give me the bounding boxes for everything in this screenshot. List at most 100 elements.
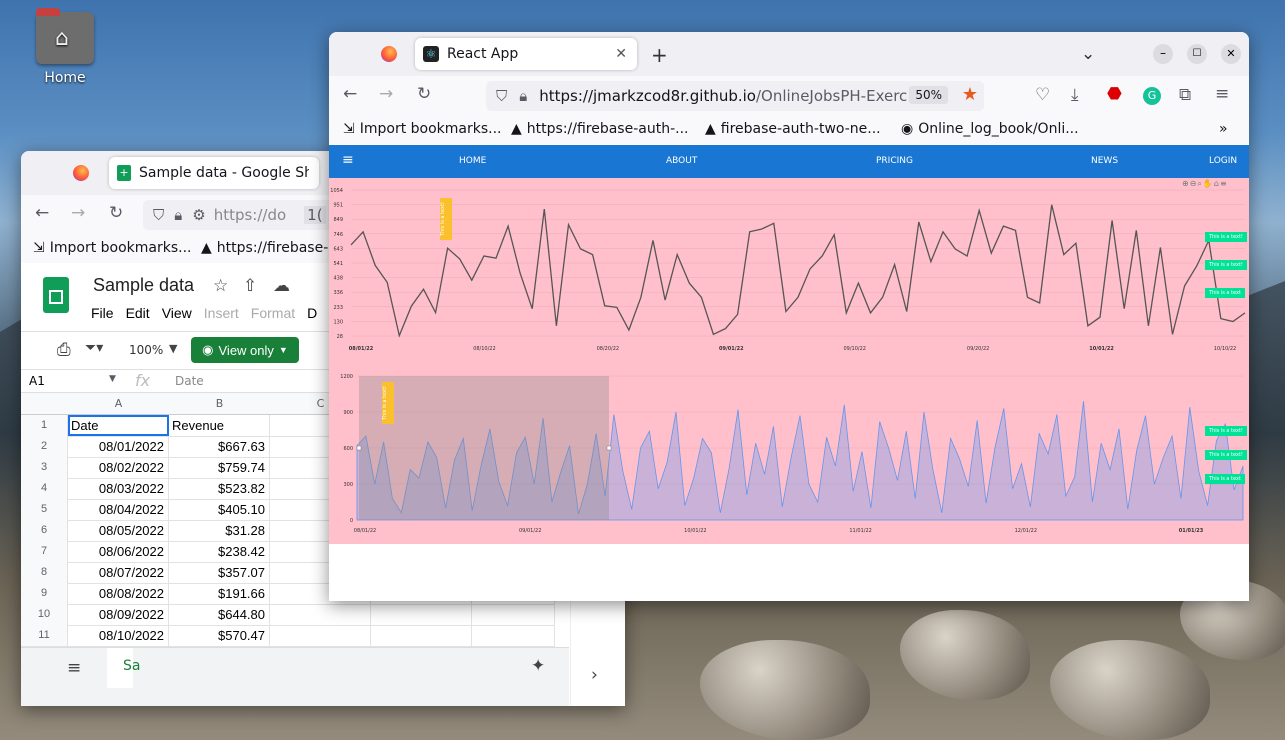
menu-icon[interactable]: ≡	[1215, 84, 1229, 104]
cell-d[interactable]	[371, 625, 472, 646]
nav-pricing[interactable]: PRICING	[876, 156, 913, 166]
cell-a[interactable]: 08/07/2022	[68, 562, 169, 583]
view-only-button[interactable]: ◉ View only ▼	[191, 337, 299, 363]
col-header-a[interactable]: A	[68, 397, 169, 410]
url-bar[interactable]: ⛉ 🔒︎ https://jmarkzcod8r.github.io /Onli…	[486, 81, 984, 111]
row-header[interactable]: 6	[21, 520, 68, 541]
row-header[interactable]: 1	[21, 415, 68, 436]
cell-a[interactable]: 08/05/2022	[68, 520, 169, 541]
new-tab-icon[interactable]: +	[651, 43, 668, 67]
row-header[interactable]: 5	[21, 499, 68, 520]
cell-b[interactable]: $191.66	[169, 583, 270, 604]
bookmark-star-icon[interactable]: ★	[962, 84, 978, 105]
cell-b[interactable]: $357.07	[169, 562, 270, 583]
reload-icon[interactable]: ↻	[109, 203, 123, 223]
hamburger-icon[interactable]: ≡	[342, 152, 354, 168]
minimize-icon[interactable]: –	[1153, 44, 1173, 64]
cell-a[interactable]: 08/02/2022	[68, 457, 169, 478]
col-header-b[interactable]: B	[169, 397, 270, 410]
reload-icon[interactable]: ↻	[417, 84, 431, 104]
doc-title[interactable]: Sample data	[93, 275, 194, 296]
extension-red-icon[interactable]: ⬣	[1107, 84, 1122, 104]
cell-a[interactable]: 08/10/2022	[68, 625, 169, 646]
cell-a[interactable]: 08/08/2022	[68, 583, 169, 604]
cell-d[interactable]	[371, 604, 472, 625]
cell-a[interactable]: Date	[68, 415, 169, 436]
nav-about[interactable]: ABOUT	[666, 156, 697, 166]
menu-data[interactable]: D	[307, 305, 317, 321]
bookmark-import[interactable]: ⇲ Import bookmarks...	[343, 121, 502, 137]
cell-c[interactable]	[270, 604, 371, 625]
explore-icon[interactable]: ✦	[531, 656, 545, 676]
cell-a[interactable]: 08/09/2022	[68, 604, 169, 625]
star-icon[interactable]: ☆	[213, 276, 228, 296]
cell-e[interactable]	[472, 625, 555, 646]
maximize-icon[interactable]: ☐	[1187, 44, 1207, 64]
nav-login[interactable]: LOGIN	[1209, 156, 1237, 166]
row-header[interactable]: 8	[21, 562, 68, 583]
back-icon[interactable]: ←	[35, 203, 49, 223]
extensions-icon[interactable]: ⧉	[1179, 85, 1191, 105]
menu-insert[interactable]: Insert	[204, 305, 239, 321]
filter-icon[interactable]: ⏷▾	[85, 340, 103, 356]
cell-b[interactable]: $759.74	[169, 457, 270, 478]
desktop-home-icon[interactable]: ⌂ Home	[34, 8, 96, 86]
cell-a[interactable]: 08/03/2022	[68, 478, 169, 499]
row-header[interactable]: 11	[21, 625, 68, 646]
bookmark-import[interactable]: ⇲ Import bookmarks...	[33, 240, 192, 256]
cell-a[interactable]: 08/01/2022	[68, 436, 169, 457]
bookmark-github[interactable]: ◉ Online_log_book/Onli...	[901, 121, 1079, 137]
row-header[interactable]: 10	[21, 604, 68, 625]
row-header[interactable]: 9	[21, 583, 68, 604]
cell-b[interactable]: $523.82	[169, 478, 270, 499]
cell-b[interactable]: $667.63	[169, 436, 270, 457]
sheet-tab[interactable]: Sa	[107, 648, 140, 688]
menu-view[interactable]: View	[162, 305, 192, 321]
name-box[interactable]: A1	[29, 374, 45, 388]
close-window-icon[interactable]: ✕	[1221, 44, 1241, 64]
cell-e[interactable]	[472, 604, 555, 625]
menu-edit[interactable]: Edit	[126, 305, 150, 321]
zoom-badge[interactable]: 50%	[909, 86, 948, 104]
cell-b[interactable]: $644.80	[169, 604, 270, 625]
download-icon[interactable]: ⤓	[1071, 85, 1079, 105]
grammarly-icon[interactable]: G	[1143, 87, 1161, 105]
tab-sheets[interactable]: + Sample data - Google She	[109, 157, 319, 189]
cell-b[interactable]: $405.10	[169, 499, 270, 520]
row-header[interactable]: 2	[21, 436, 68, 457]
nav-home[interactable]: HOME	[459, 156, 486, 166]
cell-c[interactable]	[270, 625, 371, 646]
tab-list-icon[interactable]: ⌄	[1081, 44, 1095, 64]
print-icon[interactable]: ⎙	[57, 340, 71, 360]
row-header[interactable]: 3	[21, 457, 68, 478]
cell-b[interactable]: Revenue	[169, 415, 270, 436]
bookmark-firebase[interactable]: ▲ https://firebase-	[201, 240, 328, 256]
formula-value[interactable]: Date	[175, 374, 204, 388]
firefox-icon[interactable]	[73, 165, 89, 181]
menu-format[interactable]: Format	[251, 305, 295, 321]
menu-file[interactable]: File	[91, 305, 114, 321]
forward-icon[interactable]: →	[379, 84, 393, 104]
tab-react-app[interactable]: ⚛ React App ✕	[415, 38, 637, 70]
cell-b[interactable]: $31.28	[169, 520, 270, 541]
row-header[interactable]: 7	[21, 541, 68, 562]
close-tab-icon[interactable]: ✕	[615, 46, 627, 62]
firefox-icon[interactable]	[381, 46, 397, 62]
cloud-icon[interactable]: ☁	[273, 276, 290, 296]
all-sheets-icon[interactable]: ≡	[67, 658, 81, 678]
nav-news[interactable]: NEWS	[1091, 156, 1118, 166]
bookmarks-overflow-icon[interactable]: »	[1219, 121, 1228, 137]
zoom-in-icon[interactable]: ⊕	[1182, 179, 1190, 188]
menu-icon[interactable]: ≡	[1220, 179, 1228, 188]
move-icon[interactable]: ⇧	[243, 276, 257, 296]
zoom-select[interactable]: 100%	[129, 343, 163, 357]
pocket-icon[interactable]: ♡	[1035, 85, 1050, 105]
cell-b[interactable]: $570.47	[169, 625, 270, 646]
cell-a[interactable]: 08/06/2022	[68, 541, 169, 562]
cell-a[interactable]: 08/04/2022	[68, 499, 169, 520]
back-icon[interactable]: ←	[343, 84, 357, 104]
chevron-right-icon[interactable]: ›	[591, 665, 598, 685]
forward-icon[interactable]: →	[71, 203, 85, 223]
row-header[interactable]: 4	[21, 478, 68, 499]
pan-icon[interactable]: ✋	[1203, 179, 1214, 188]
